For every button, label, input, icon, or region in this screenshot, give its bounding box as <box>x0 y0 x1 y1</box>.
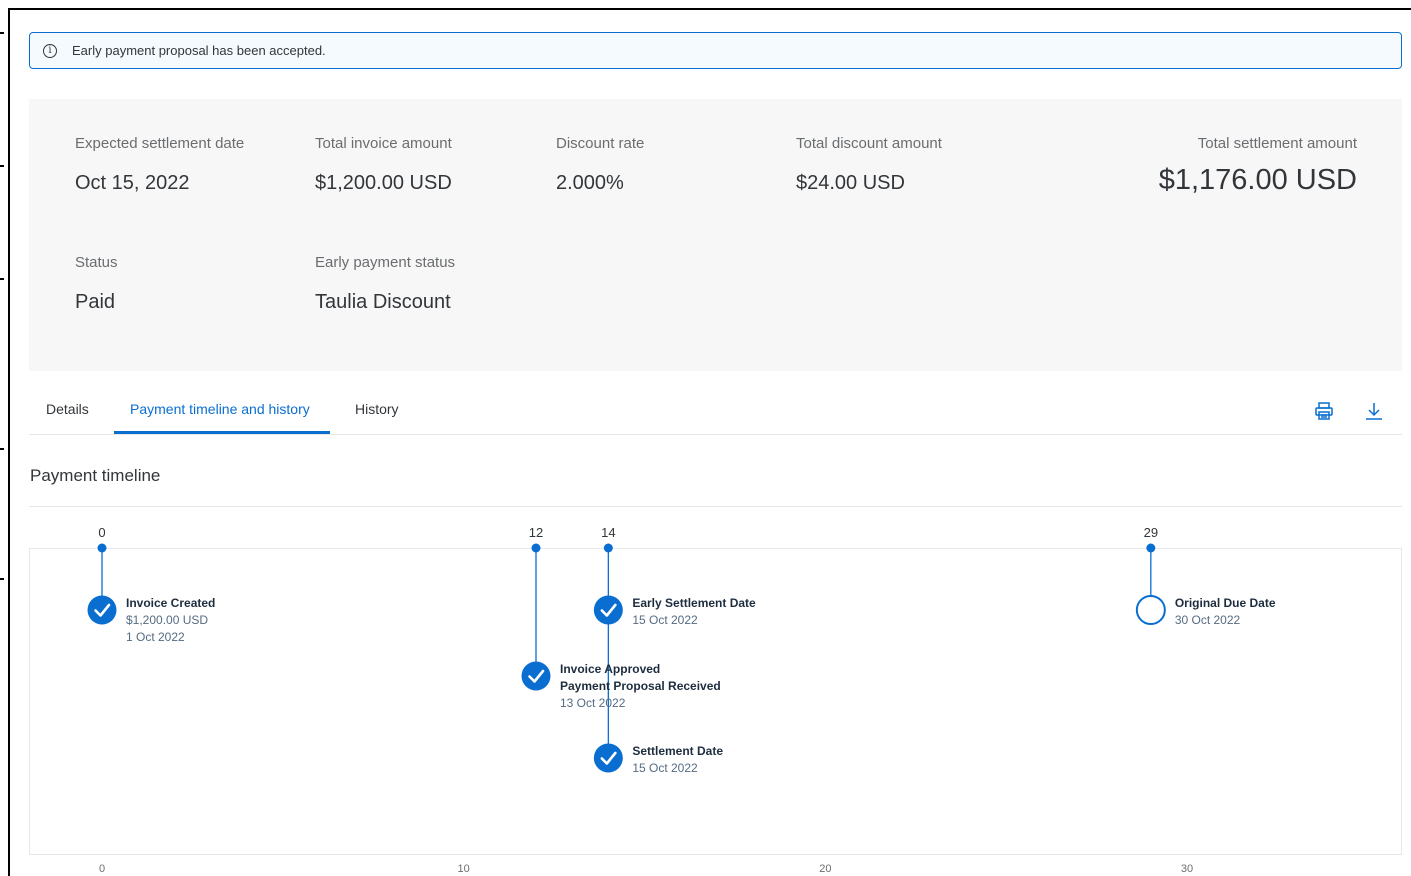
timeline-frame <box>29 548 1402 855</box>
timeline-event-text: Payment Proposal Received <box>560 679 721 693</box>
timeline-event-text: 13 Oct 2022 <box>560 696 626 710</box>
timeline-marker-label: 14 <box>601 525 615 540</box>
timeline-event-text: $1,200.00 USD <box>126 613 208 627</box>
axis-tick-label: 20 <box>819 863 831 875</box>
timeline-event-text: 30 Oct 2022 <box>1175 613 1241 627</box>
timeline-event-text: 15 Oct 2022 <box>632 613 698 627</box>
timeline-event-text: Early Settlement Date <box>632 596 756 610</box>
payment-timeline-chart: 0 10 20 30 0 12 14 29 Invoice Created $1,200.00 U… <box>29 525 1402 875</box>
timeline-marker-dot <box>603 543 613 553</box>
timeline-marker-dot <box>97 543 107 553</box>
timeline-marker-label: 29 <box>1144 525 1158 540</box>
pending-circle-icon <box>1135 595 1166 625</box>
timeline-event-text: 15 Oct 2022 <box>632 761 698 775</box>
timeline-event-text: 1 Oct 2022 <box>126 630 185 644</box>
axis-tick-label: 0 <box>99 863 105 875</box>
timeline-event-text: Invoice Approved <box>560 662 660 676</box>
timeline-event-text: Original Due Date <box>1175 596 1276 610</box>
axis-tick-label: 30 <box>1181 863 1193 875</box>
timeline-marker-label: 0 <box>98 525 105 540</box>
timeline-marker-dot <box>1146 543 1156 553</box>
completed-check-icon <box>593 595 623 625</box>
timeline-marker-label: 12 <box>529 525 543 540</box>
completed-check-icon <box>87 595 117 625</box>
completed-check-icon <box>521 661 551 691</box>
timeline-event-text: Invoice Created <box>126 596 215 610</box>
timeline-event-text: Settlement Date <box>632 744 723 758</box>
completed-check-icon <box>593 743 623 773</box>
timeline-marker-dot <box>531 543 541 553</box>
axis-tick-label: 10 <box>458 863 470 875</box>
